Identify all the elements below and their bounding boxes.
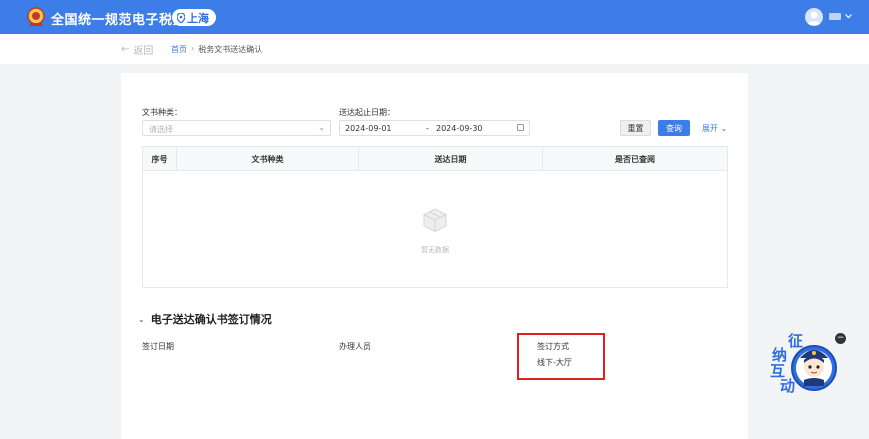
expand-toggle[interactable]: 展开 ⌄ <box>702 123 727 134</box>
signing-section-header[interactable]: ⌄ 电子送达确认书签订情况 <box>138 311 272 327</box>
table-header: 序号 文书种类 送达日期 是否已查阅 <box>143 147 727 171</box>
user-name-masked <box>829 13 841 20</box>
tax-interaction-helper[interactable]: 征 纳 互 动 <box>768 332 838 396</box>
chevron-down-icon: ⌄ <box>138 314 145 324</box>
column-header-delivery-date: 送达日期 <box>359 147 543 171</box>
date-end-input[interactable]: 2024-09-30 <box>436 124 483 133</box>
user-avatar[interactable] <box>805 8 823 26</box>
user-avatar-icon <box>807 11 821 25</box>
doc-type-select[interactable]: 请选择 ⌄ <box>142 120 331 136</box>
handler-label: 办理人员 <box>339 342 371 351</box>
location-pin-icon <box>177 12 185 23</box>
helper-char-1: 征 <box>788 332 804 350</box>
user-menu[interactable] <box>829 13 852 20</box>
calendar-icon <box>517 124 524 131</box>
doc-type-label: 文书种类： <box>142 108 182 117</box>
date-range-picker[interactable]: 2024-09-01 - 2024-09-30 <box>339 120 530 136</box>
empty-box-icon <box>423 208 447 233</box>
query-button[interactable]: 查询 <box>658 120 690 136</box>
back-button[interactable]: ← 返回 <box>121 42 153 57</box>
column-header-index: 序号 <box>143 147 177 171</box>
empty-state-text: 暂无数据 <box>421 246 449 254</box>
expand-label: 展开 <box>702 124 718 133</box>
back-label: 返回 <box>133 46 154 57</box>
breadcrumb-home[interactable]: 首页 <box>171 44 187 55</box>
helper-char-4: 动 <box>780 377 796 395</box>
documents-table: 序号 文书种类 送达日期 是否已查阅 暂无数据 <box>142 146 728 288</box>
helper-close-icon[interactable]: − <box>835 333 846 344</box>
doc-type-placeholder: 请选择 <box>149 125 173 134</box>
breadcrumb-bar: ← 返回 首页 › 税务文书送达确认 <box>0 34 869 64</box>
arrow-left-icon: ← <box>121 44 130 55</box>
chevron-down-icon <box>845 14 852 19</box>
region-selector[interactable]: 上海 <box>172 9 216 26</box>
breadcrumb: 首页 › 税务文书送达确认 <box>171 44 262 55</box>
sign-date-label: 签订日期 <box>142 342 174 351</box>
date-start-input[interactable]: 2024-09-01 <box>345 124 392 133</box>
region-label: 上海 <box>187 11 209 25</box>
tax-emblem-icon <box>27 7 45 26</box>
date-range-label: 送达起止日期： <box>339 108 395 117</box>
chevron-down-icon: ⌄ <box>318 123 325 132</box>
breadcrumb-current: 税务文书送达确认 <box>198 45 263 54</box>
reset-button[interactable]: 重置 <box>620 120 651 136</box>
column-header-doc-type: 文书种类 <box>177 147 359 171</box>
date-range-separator: - <box>426 124 429 133</box>
chevron-down-icon: ⌄ <box>720 124 728 133</box>
signing-section-title: 电子送达确认书签订情况 <box>150 313 272 326</box>
top-bar: 全国统一规范电子税务局 上海 <box>0 0 869 34</box>
breadcrumb-separator-icon: › <box>191 44 195 53</box>
annotation-highlight-box <box>517 333 605 380</box>
column-header-viewed: 是否已查阅 <box>615 154 655 164</box>
